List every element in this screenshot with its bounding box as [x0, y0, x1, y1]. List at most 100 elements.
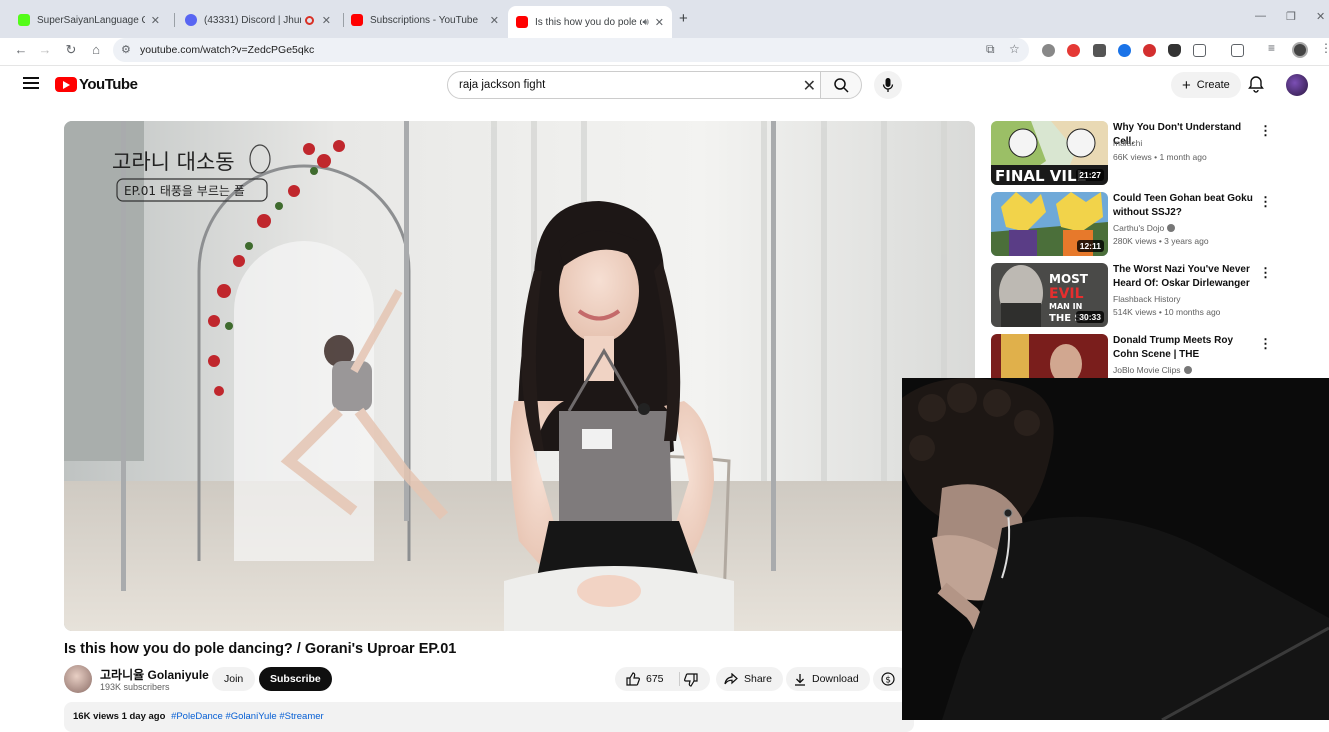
browser-menu-icon[interactable]: ⋮ — [1320, 41, 1329, 55]
youtube-favicon-icon — [351, 14, 363, 26]
notifications-bell-icon[interactable] — [1248, 75, 1264, 98]
plus-icon: + — [1182, 76, 1191, 94]
youtube-favicon-icon — [516, 16, 528, 28]
tab-title: Subscriptions - YouTube — [370, 14, 479, 26]
channel-name: Flashback History — [1113, 294, 1181, 304]
account-avatar[interactable] — [1286, 74, 1308, 96]
adblock-extension-icon[interactable] — [1067, 44, 1080, 57]
back-icon[interactable]: ← — [12, 42, 30, 57]
join-button[interactable]: Join — [212, 667, 256, 691]
create-button[interactable]: + Create — [1171, 72, 1241, 98]
video-duration: 12:11 — [1076, 240, 1104, 252]
youtube-header: YouTube raja jackson fight ✕ + Create — [5, 66, 1329, 106]
close-tab-icon[interactable]: ✕ — [322, 14, 331, 27]
svg-text:$: $ — [885, 676, 891, 686]
bookmark-star-icon[interactable]: ☆ — [1009, 42, 1020, 56]
tab-title: SuperSaiyanLanguage Clips - V — [37, 14, 145, 26]
youtube-logo[interactable]: YouTube — [55, 76, 138, 93]
audio-playing-icon[interactable]: 🔊︎ — [642, 17, 648, 28]
download-icon — [795, 673, 805, 686]
forward-icon[interactable]: → — [36, 42, 54, 57]
browser-tab[interactable]: (43331) Discord | Jhunter, F ✕ — [177, 6, 339, 34]
share-label: Share — [744, 673, 773, 685]
shield-extension-icon[interactable] — [1168, 44, 1181, 57]
svg-text:MAN IN: MAN IN — [1049, 302, 1082, 311]
video-thumbnail[interactable]: FINAL VILL 21:27 — [991, 121, 1108, 185]
home-icon[interactable]: ⌂ — [87, 42, 105, 57]
recommended-video[interactable]: FINAL VILL 21:27 Why You Don't Understan… — [991, 121, 1291, 185]
channel-row: Carthu's Dojo — [1113, 223, 1176, 233]
logo-text: YouTube — [79, 76, 138, 93]
more-actions-icon[interactable]: ⋮ — [1259, 194, 1272, 210]
reload-icon[interactable]: ↻ — [62, 42, 80, 58]
search-icon — [834, 78, 849, 93]
cast-icon[interactable] — [1231, 44, 1244, 57]
video-duration: 21:27 — [1076, 169, 1104, 181]
close-tab-icon[interactable]: ✕ — [151, 14, 160, 27]
subscribe-button[interactable]: Subscribe — [259, 667, 332, 691]
site-info-icon[interactable]: ⚙ — [121, 43, 131, 56]
minimize-icon[interactable]: — — [1255, 10, 1266, 22]
webcam-feed — [902, 378, 1329, 720]
subscriber-count: 193K subscribers — [100, 682, 170, 692]
video-title: Could Teen Gohan beat Goku without SSJ2? — [1113, 193, 1253, 218]
browser-tab-active[interactable]: Is this how you do pole danc 🔊︎ ✕ — [508, 6, 672, 38]
video-thumbnail[interactable]: 12:11 — [991, 192, 1108, 256]
kick-favicon-icon — [18, 14, 30, 26]
views-and-date: 16K views 1 day ago — [73, 711, 166, 722]
recording-indicator-icon — [304, 15, 314, 25]
download-label: Download — [812, 673, 859, 685]
microphone-icon — [882, 78, 894, 92]
menu-hamburger-icon[interactable] — [23, 77, 39, 91]
hashtags[interactable]: #PoleDance #GolaniYule #Streamer — [171, 711, 324, 722]
url-text: youtube.com/watch?v=ZedcPGe5qkc — [140, 44, 315, 56]
new-tab-button[interactable]: + — [679, 10, 688, 27]
more-actions-icon[interactable]: ⋮ — [1259, 336, 1272, 352]
close-window-icon[interactable]: ✕ — [1316, 10, 1325, 23]
video-title: Donald Trump Meets Roy Cohn Scene | THE … — [1113, 335, 1234, 360]
search-button[interactable] — [820, 71, 862, 99]
clear-search-icon[interactable]: ✕ — [803, 76, 816, 96]
maximize-icon[interactable]: ❐ — [1286, 10, 1296, 23]
video-overlay-title: 고라니 대소동 — [112, 150, 235, 174]
thanks-dollar-icon: $ — [881, 672, 895, 686]
like-thumbs-up-icon[interactable] — [626, 672, 640, 686]
video-thumbnail[interactable]: MOST EVIL MAN IN THE SS 30:33 — [991, 263, 1108, 327]
extension-icon[interactable] — [1093, 44, 1106, 57]
extensions-puzzle-icon[interactable] — [1193, 44, 1206, 57]
channel-row: JoBlo Movie Clips — [1113, 365, 1192, 375]
address-bar[interactable]: ⚙ youtube.com/watch?v=ZedcPGe5qkc ⧉ ☆ — [113, 38, 1029, 62]
search-query-text: raja jackson fight — [459, 79, 546, 91]
extension-icon[interactable] — [1042, 44, 1055, 57]
video-overlay-subtitle: EP.01 태풍을 부르는 폴 — [124, 184, 245, 198]
verified-check-icon — [1183, 366, 1192, 374]
channel-name[interactable]: 고라니율 Golaniyule — [100, 666, 209, 683]
youtube-play-icon — [55, 77, 77, 92]
video-duration: 30:33 — [1076, 311, 1104, 323]
tab-title: Is this how you do pole danc — [535, 16, 643, 28]
search-input[interactable]: raja jackson fight ✕ — [447, 71, 821, 99]
video-player[interactable]: 고라니 대소동 EP.01 태풍을 부르는 폴 — [64, 121, 975, 631]
more-actions-icon[interactable]: ⋮ — [1259, 265, 1272, 281]
description-box[interactable]: 16K views 1 day ago #PoleDance #GolaniYu… — [64, 702, 914, 732]
browser-tab[interactable]: Subscriptions - YouTube ✕ — [343, 6, 507, 34]
dislike-thumbs-down-icon[interactable] — [684, 673, 698, 687]
share-button[interactable]: Share — [716, 667, 784, 691]
extension-icon[interactable] — [1143, 44, 1156, 57]
install-app-icon[interactable]: ⧉ — [986, 42, 995, 57]
voice-search-button[interactable] — [874, 71, 902, 99]
recommended-video[interactable]: MOST EVIL MAN IN THE SS 30:33 The Worst … — [991, 263, 1291, 327]
browser-profile-avatar[interactable] — [1292, 42, 1308, 58]
download-button[interactable]: Download — [786, 667, 870, 691]
close-tab-icon[interactable]: ✕ — [655, 16, 664, 29]
video-meta: 514K views • 10 months ago — [1113, 307, 1221, 317]
more-actions-icon[interactable]: ⋮ — [1259, 123, 1272, 139]
recommended-video[interactable]: 12:11 Could Teen Gohan beat Goku without… — [991, 192, 1291, 256]
reading-list-icon[interactable]: ≡ — [1268, 41, 1281, 55]
browser-toolbar: ← → ↻ ⌂ ⚙ youtube.com/watch?v=ZedcPGe5qk… — [0, 38, 1329, 66]
channel-avatar[interactable] — [64, 665, 92, 693]
close-tab-icon[interactable]: ✕ — [490, 14, 499, 27]
video-title: Is this how you do pole dancing? / Goran… — [64, 641, 457, 657]
extension-icon[interactable] — [1118, 44, 1131, 57]
browser-tab[interactable]: SuperSaiyanLanguage Clips - V ✕ — [10, 6, 168, 34]
